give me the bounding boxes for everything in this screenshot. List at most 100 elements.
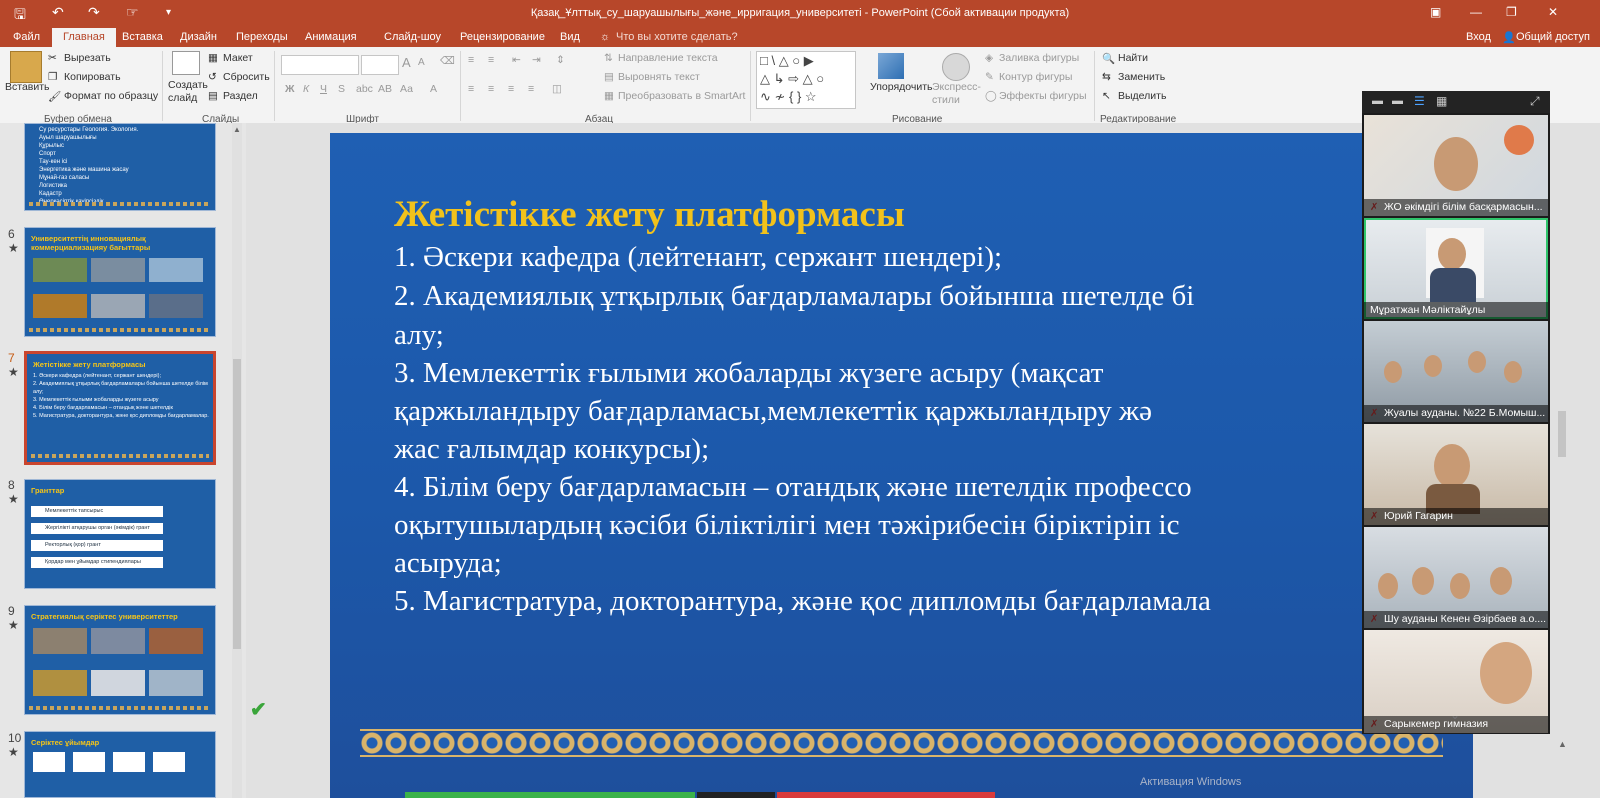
align-text-icon: ▤ <box>604 71 614 83</box>
slide-line[interactable]: 5. Магистратура, докторантура, және қос … <box>394 585 1211 618</box>
shrink-font-button[interactable]: A <box>418 57 425 68</box>
slide-line[interactable]: 2. Академиялық ұтқырлық бағдарламалары б… <box>394 280 1194 313</box>
slide-line[interactable]: асыруда; <box>394 547 502 580</box>
format-painter-icon: 🖌 <box>48 91 62 103</box>
copy-button[interactable]: Копировать <box>64 71 121 83</box>
participant-tile-active[interactable]: Мұратжан Мәліктайұлы <box>1364 218 1548 319</box>
slide-title[interactable]: Жетістікке жету платформасы <box>394 193 905 236</box>
bold-button[interactable]: Ж <box>285 83 295 95</box>
close-icon[interactable]: ✕ <box>1548 5 1558 19</box>
line-spacing-icon[interactable]: ⇕ <box>556 54 565 66</box>
align-center-icon[interactable]: ≡ <box>488 83 494 95</box>
tab-transitions[interactable]: Переходы <box>236 31 288 43</box>
arrange-button[interactable]: Упорядочить <box>870 81 932 93</box>
current-slide[interactable]: Жетістікке жету платформасы 1. Әскери ка… <box>330 133 1473 798</box>
new-slide-icon[interactable] <box>172 51 200 75</box>
expand-icon[interactable]: ⤢ <box>1530 94 1540 109</box>
font-name-input[interactable] <box>281 55 359 75</box>
align-right-icon[interactable]: ≡ <box>508 83 514 95</box>
editor-scroll-thumb[interactable] <box>1558 411 1566 457</box>
increase-indent-icon[interactable]: ⇥ <box>532 54 541 66</box>
layout-icon: ▦ <box>208 52 218 64</box>
check-icon: ✔ <box>250 699 267 721</box>
italic-button[interactable]: К <box>303 83 309 95</box>
clear-format-icon[interactable]: ⌫ <box>440 55 455 67</box>
font-size-input[interactable] <box>361 55 399 75</box>
gallery-view-icon[interactable]: ▦ <box>1436 94 1447 108</box>
cut-button[interactable]: Вырезать <box>64 52 111 64</box>
columns-icon[interactable]: ◫ <box>552 83 562 95</box>
shape-fill-button[interactable]: Заливка фигуры <box>999 52 1079 64</box>
format-painter-button[interactable]: Формат по образцу <box>64 90 158 102</box>
participant-tile[interactable]: ⌄ ✗ Сарыкемер гимназия <box>1364 630 1548 733</box>
decrease-indent-icon[interactable]: ⇤ <box>512 54 521 66</box>
layout-button[interactable]: Макет <box>223 52 253 64</box>
underline-button[interactable]: Ч <box>320 83 327 95</box>
numbering-icon[interactable]: ≡ <box>488 54 494 66</box>
strikethrough-icon[interactable]: abc <box>356 83 373 95</box>
quick-styles-button[interactable]: Экспресс-стили <box>932 81 982 107</box>
tab-design[interactable]: Дизайн <box>180 31 217 43</box>
slide-thumbnail-10[interactable]: Серіктес ұйымдар <box>24 731 216 798</box>
thumbnails-scroll-thumb[interactable] <box>233 359 241 649</box>
minimize-icon[interactable]: — <box>1470 5 1482 19</box>
shape-outline-button[interactable]: Контур фигуры <box>999 71 1072 83</box>
slide-line[interactable]: жас ғалымдар конкурсы); <box>394 433 709 466</box>
paste-icon[interactable] <box>10 51 42 83</box>
tab-file[interactable]: Файл <box>13 31 40 43</box>
shapes-gallery[interactable]: □ \ △ ○ ▶ △ ↳ ⇨ △ ○ ∿ ≁ { } ☆ <box>756 51 856 109</box>
maximize-icon[interactable]: ❐ <box>1506 5 1517 19</box>
slide-thumbnail-9[interactable]: Стратегиялық серіктес университеттер <box>24 605 216 715</box>
tab-insert[interactable]: Вставка <box>122 31 163 43</box>
slide-thumbnail-5[interactable]: Су ресурстары Геология. Экология. Ауыл ша… <box>24 123 216 211</box>
arrange-icon[interactable] <box>878 53 904 79</box>
align-text-button[interactable]: Выровнять текст <box>618 71 700 83</box>
slide-thumbnail-6[interactable]: Университеттің инновациялық коммерциализ… <box>24 227 216 337</box>
tab-view[interactable]: Вид <box>560 31 580 43</box>
shadow-button[interactable]: S <box>338 83 345 95</box>
signin-link[interactable]: Вход <box>1466 31 1491 43</box>
share-button[interactable]: Общий доступ <box>1516 31 1590 43</box>
slide-line[interactable]: алу; <box>394 319 444 352</box>
select-button[interactable]: Выделить <box>1118 90 1166 102</box>
participant-tile[interactable]: ✗ ЖО әкімдігі білім басқармасын... <box>1364 115 1548 216</box>
speaker-view-icon[interactable]: ▬ <box>1392 95 1403 107</box>
tab-review[interactable]: Рецензирование <box>460 31 545 43</box>
strip-view-icon[interactable]: ☰ <box>1414 94 1425 108</box>
smartart-button[interactable]: Преобразовать в SmartArt <box>618 90 745 102</box>
slide-line[interactable]: 4. Білім беру бағдарламасын – отандық жә… <box>394 471 1192 504</box>
find-button[interactable]: Найти <box>1118 52 1148 64</box>
slide-line[interactable]: оқытушылардың кәсіби біліктілігі мен тәж… <box>394 509 1179 542</box>
slide-thumbnail-8[interactable]: Гранттар Мемлекеттік тапсырыс Жергілікті… <box>24 479 216 589</box>
slide-thumbnail-7[interactable]: Жетістікке жету платформасы 1. Әскери ка… <box>24 351 216 465</box>
slide-line[interactable]: қаржыландыру бағдарламасы,мемлекеттік қа… <box>394 395 1152 428</box>
participant-tile[interactable]: ✗ Жуалы ауданы. №22 Б.Момыш... <box>1364 321 1548 422</box>
replace-button[interactable]: Заменить <box>1118 71 1165 83</box>
section-button[interactable]: Раздел <box>223 90 258 102</box>
participant-tile[interactable]: ✗ Юрий Гагарин <box>1364 424 1548 525</box>
tab-animations[interactable]: Анимация <box>305 31 357 43</box>
quick-styles-icon[interactable] <box>942 53 970 81</box>
ribbon-options-icon[interactable]: ▣ <box>1430 5 1441 19</box>
tab-slideshow[interactable]: Слайд-шоу <box>384 31 441 43</box>
tell-me-input[interactable]: Что вы хотите сделать? <box>616 31 738 43</box>
scroll-up-icon[interactable]: ▲ <box>233 125 241 134</box>
align-left-icon[interactable]: ≡ <box>468 83 474 95</box>
new-slide-button[interactable]: Создать слайд <box>168 79 208 105</box>
reset-button[interactable]: Сбросить <box>223 71 270 83</box>
justify-icon[interactable]: ≡ <box>528 83 534 95</box>
minimize-video-icon[interactable]: ▬ <box>1372 95 1383 107</box>
paste-button[interactable]: Вставить <box>5 81 50 93</box>
change-case-button[interactable]: Аа <box>400 83 413 95</box>
text-direction-button[interactable]: Направление текста <box>618 52 718 64</box>
tab-home[interactable]: Главная <box>52 28 116 47</box>
font-color-icon[interactable]: A <box>430 83 437 95</box>
slide-line[interactable]: 3. Мемлекеттік ғылыми жобаларды жүзеге а… <box>394 357 1103 390</box>
slide-line[interactable]: 1. Әскери кафедра (лейтенант, сержант ше… <box>394 241 1002 274</box>
shape-effects-button[interactable]: Эффекты фигуры <box>999 90 1087 102</box>
bullets-icon[interactable]: ≡ <box>468 54 474 66</box>
grow-font-button[interactable]: A <box>402 55 411 70</box>
char-spacing-button[interactable]: АВ <box>378 83 392 95</box>
participant-tile[interactable]: ✗ Шу ауданы Кенен Әзірбаев а.о.... <box>1364 527 1548 628</box>
prev-slide-icon[interactable]: ▲ <box>1558 739 1567 751</box>
